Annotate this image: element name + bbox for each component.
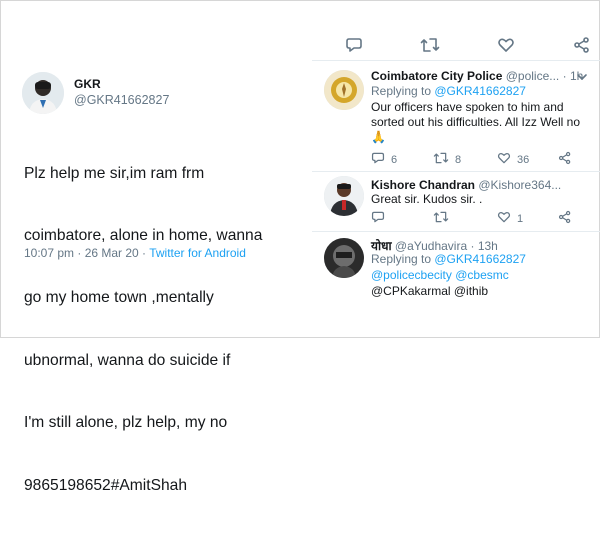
tweet-timestamp[interactable]: 10:07 pm · 26 Mar 20 ·: [24, 246, 149, 260]
reply-author-handle[interactable]: @police...: [506, 69, 560, 83]
tweet-meta: 10:07 pm · 26 Mar 20 · Twitter for Andro…: [24, 246, 314, 260]
folded-hands-emoji: 🙏: [371, 130, 386, 144]
share-icon[interactable]: [573, 36, 593, 56]
reply-tweet[interactable]: Kishore Chandran @Kishore364... Great si…: [312, 172, 600, 230]
reply-author-handle[interactable]: @aYudhavira: [395, 239, 467, 253]
reply-time-sep: ·: [562, 69, 567, 83]
tweet-line: I'm still alone, plz help, my no: [24, 414, 228, 432]
avatar[interactable]: [22, 72, 64, 114]
divider: [312, 60, 600, 61]
reply-time-sep: ·: [470, 239, 475, 253]
reply-text-line: sorted out his difficulties. All Izz Wel…: [371, 115, 580, 129]
reply-tweet[interactable]: Coimbatore City Police @police... · 1h R…: [312, 62, 600, 170]
share-icon: [558, 151, 571, 165]
replying-to-link[interactable]: @GKR41662827: [434, 84, 526, 98]
reply-author-name[interactable]: Coimbatore City Police: [371, 69, 502, 83]
mention-link[interactable]: @policecbecity: [371, 268, 452, 282]
tweet-line: ubnormal, wanna do suicide if: [24, 351, 231, 369]
reply-icon: [371, 152, 385, 164]
reply-author[interactable]: Coimbatore City Police @police... · 1h: [371, 69, 583, 83]
reply-action[interactable]: [371, 210, 391, 224]
reply-author-name[interactable]: योधा: [371, 239, 392, 253]
replying-to-link[interactable]: @GKR41662827: [434, 252, 526, 266]
retweet-icon[interactable]: [420, 36, 440, 56]
avatar[interactable]: [324, 70, 364, 110]
replying-to-label: Replying to: [371, 252, 435, 266]
retweet-action[interactable]: 8: [433, 151, 462, 166]
mentions-line: @policecbecity @cbesmc: [371, 268, 509, 282]
retweet-icon: [433, 211, 449, 223]
tweet-line: go my home town ,mentally: [24, 289, 214, 307]
chevron-down-icon[interactable]: [576, 70, 588, 82]
avatar[interactable]: [324, 238, 364, 278]
tweet-line: coimbatore, alone in home, wanna: [24, 226, 263, 244]
reply-tweet[interactable]: योधा @aYudhavira · 13h Replying to @GKR4…: [312, 232, 600, 298]
tweet-text: Plz help me sir,im ram frm coimbatore, a…: [24, 122, 306, 538]
tweet-line: 9865198652#AmitShah: [24, 476, 188, 494]
mention-link[interactable]: @cbesmc: [455, 268, 509, 282]
like-count: 36: [517, 154, 530, 166]
tweet-source-link[interactable]: Twitter for Android: [149, 246, 246, 260]
like-count: 1: [517, 213, 524, 225]
reply-text-line: Great sir. Kudos sir. .: [371, 192, 483, 206]
replying-to: Replying to @GKR41662827: [371, 252, 526, 266]
author-handle[interactable]: @GKR41662827: [74, 93, 169, 107]
reply-author-name[interactable]: Kishore Chandran: [371, 178, 475, 192]
tweet-actions-bar: [312, 36, 600, 56]
reply-author[interactable]: Kishore Chandran @Kishore364...: [371, 178, 561, 192]
tweet-line: Plz help me sir,im ram frm: [24, 164, 205, 182]
share-action[interactable]: [558, 210, 578, 224]
reply-action[interactable]: 6: [371, 151, 398, 166]
reply-icon[interactable]: [345, 36, 365, 56]
share-action[interactable]: [558, 151, 578, 165]
like-action[interactable]: 36: [497, 151, 530, 166]
avatar[interactable]: [324, 176, 364, 216]
reply-count: 6: [391, 154, 398, 166]
replies-panel: Coimbatore City Police @police... · 1h R…: [312, 0, 600, 338]
author-name[interactable]: GKR: [74, 77, 101, 91]
share-icon: [558, 210, 571, 224]
like-icon: [497, 211, 511, 223]
reply-text-line: Our officers have spoken to him and: [371, 100, 564, 114]
retweet-icon: [433, 152, 449, 164]
retweet-count: 8: [455, 154, 462, 166]
like-icon[interactable]: [497, 36, 517, 56]
replying-to: Replying to @GKR41662827: [371, 84, 526, 98]
like-icon: [497, 152, 511, 164]
reply-author-handle[interactable]: @Kishore364...: [478, 178, 561, 192]
mentions-cut-line[interactable]: @CPKakarmal @ithib: [371, 284, 488, 298]
replying-to-label: Replying to: [371, 84, 435, 98]
reply-icon: [371, 211, 385, 223]
reply-time[interactable]: 13h: [478, 239, 498, 253]
like-action[interactable]: 1: [497, 210, 524, 225]
retweet-action[interactable]: [433, 210, 455, 224]
